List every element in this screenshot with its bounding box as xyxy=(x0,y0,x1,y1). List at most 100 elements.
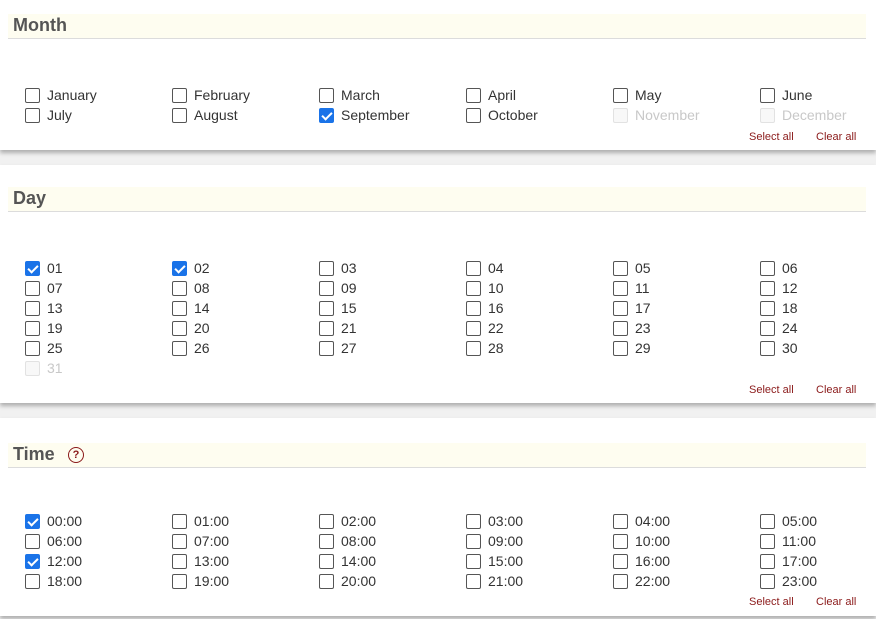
checkbox[interactable] xyxy=(466,260,481,276)
checkbox[interactable] xyxy=(25,300,40,316)
checkbox[interactable] xyxy=(613,320,628,336)
checkbox[interactable] xyxy=(25,320,40,336)
checkbox[interactable] xyxy=(613,260,628,276)
checkbox[interactable] xyxy=(760,300,775,316)
day-option[interactable]: 23 xyxy=(613,318,651,338)
day-option[interactable]: 12 xyxy=(760,278,798,298)
time-option[interactable]: 17:00 xyxy=(760,551,817,571)
checkbox[interactable] xyxy=(466,107,481,123)
time-option[interactable]: 19:00 xyxy=(172,571,229,591)
checkbox[interactable] xyxy=(466,300,481,316)
checkbox[interactable] xyxy=(760,513,775,529)
day-option[interactable]: 08 xyxy=(172,278,210,298)
checkbox[interactable] xyxy=(760,573,775,589)
day-option[interactable]: 16 xyxy=(466,298,504,318)
day-option[interactable]: 09 xyxy=(319,278,357,298)
checkbox[interactable] xyxy=(613,513,628,529)
checkbox[interactable] xyxy=(319,87,334,103)
day-option[interactable]: 24 xyxy=(760,318,798,338)
day-option[interactable]: 26 xyxy=(172,338,210,358)
checkbox[interactable] xyxy=(172,107,187,123)
checkbox-checked[interactable] xyxy=(25,553,40,569)
month-option[interactable]: April xyxy=(466,85,516,105)
checkbox[interactable] xyxy=(25,573,40,589)
checkbox[interactable] xyxy=(319,340,334,356)
day-clear-all-link[interactable]: Clear all xyxy=(816,384,856,396)
day-option[interactable]: 04 xyxy=(466,258,504,278)
checkbox[interactable] xyxy=(466,320,481,336)
checkbox[interactable] xyxy=(319,260,334,276)
checkbox-checked[interactable] xyxy=(172,260,187,276)
checkbox[interactable] xyxy=(466,87,481,103)
time-option[interactable]: 10:00 xyxy=(613,531,670,551)
day-option[interactable]: 06 xyxy=(760,258,798,278)
checkbox[interactable] xyxy=(172,533,187,549)
month-option[interactable]: September xyxy=(319,105,409,125)
time-clear-all-link[interactable]: Clear all xyxy=(816,596,856,608)
checkbox[interactable] xyxy=(25,280,40,296)
checkbox[interactable] xyxy=(172,553,187,569)
checkbox[interactable] xyxy=(760,280,775,296)
day-option[interactable]: 28 xyxy=(466,338,504,358)
day-option[interactable]: 11 xyxy=(613,278,650,298)
checkbox[interactable] xyxy=(466,553,481,569)
month-select-all-link[interactable]: Select all xyxy=(749,131,794,143)
month-option[interactable]: June xyxy=(760,85,812,105)
checkbox[interactable] xyxy=(25,107,40,123)
day-option[interactable]: 05 xyxy=(613,258,651,278)
checkbox[interactable] xyxy=(319,573,334,589)
month-option[interactable]: May xyxy=(613,85,661,105)
checkbox[interactable] xyxy=(319,320,334,336)
checkbox[interactable] xyxy=(466,280,481,296)
month-option[interactable]: February xyxy=(172,85,250,105)
checkbox[interactable] xyxy=(25,533,40,549)
checkbox[interactable] xyxy=(760,553,775,569)
day-option[interactable]: 15 xyxy=(319,298,357,318)
time-option[interactable]: 23:00 xyxy=(760,571,817,591)
day-option[interactable]: 19 xyxy=(25,318,63,338)
checkbox[interactable] xyxy=(172,513,187,529)
time-option[interactable]: 08:00 xyxy=(319,531,376,551)
checkbox[interactable] xyxy=(172,573,187,589)
day-option[interactable]: 13 xyxy=(25,298,63,318)
checkbox[interactable] xyxy=(319,513,334,529)
month-option[interactable]: July xyxy=(25,105,72,125)
time-option[interactable]: 20:00 xyxy=(319,571,376,591)
day-option[interactable]: 07 xyxy=(25,278,63,298)
time-option[interactable]: 09:00 xyxy=(466,531,523,551)
time-option[interactable]: 04:00 xyxy=(613,511,670,531)
day-option[interactable]: 02 xyxy=(172,258,210,278)
checkbox[interactable] xyxy=(466,573,481,589)
checkbox[interactable] xyxy=(172,340,187,356)
checkbox[interactable] xyxy=(172,280,187,296)
checkbox-checked[interactable] xyxy=(25,513,40,529)
checkbox[interactable] xyxy=(172,87,187,103)
checkbox[interactable] xyxy=(172,320,187,336)
checkbox[interactable] xyxy=(466,340,481,356)
time-option[interactable]: 12:00 xyxy=(25,551,82,571)
checkbox[interactable] xyxy=(25,340,40,356)
checkbox[interactable] xyxy=(319,533,334,549)
time-option[interactable]: 16:00 xyxy=(613,551,670,571)
time-option[interactable]: 03:00 xyxy=(466,511,523,531)
time-option[interactable]: 02:00 xyxy=(319,511,376,531)
time-option[interactable]: 06:00 xyxy=(25,531,82,551)
day-option[interactable]: 20 xyxy=(172,318,210,338)
time-option[interactable]: 15:00 xyxy=(466,551,523,571)
checkbox[interactable] xyxy=(319,553,334,569)
month-option[interactable]: March xyxy=(319,85,380,105)
checkbox-checked[interactable] xyxy=(25,260,40,276)
checkbox[interactable] xyxy=(613,533,628,549)
checkbox[interactable] xyxy=(613,300,628,316)
checkbox[interactable] xyxy=(760,340,775,356)
day-option[interactable]: 25 xyxy=(25,338,63,358)
time-option[interactable]: 21:00 xyxy=(466,571,523,591)
checkbox[interactable] xyxy=(760,87,775,103)
day-option[interactable]: 21 xyxy=(319,318,357,338)
checkbox[interactable] xyxy=(760,320,775,336)
checkbox[interactable] xyxy=(25,87,40,103)
day-select-all-link[interactable]: Select all xyxy=(749,384,794,396)
month-option[interactable]: October xyxy=(466,105,538,125)
day-option[interactable]: 18 xyxy=(760,298,798,318)
checkbox-checked[interactable] xyxy=(319,107,334,123)
